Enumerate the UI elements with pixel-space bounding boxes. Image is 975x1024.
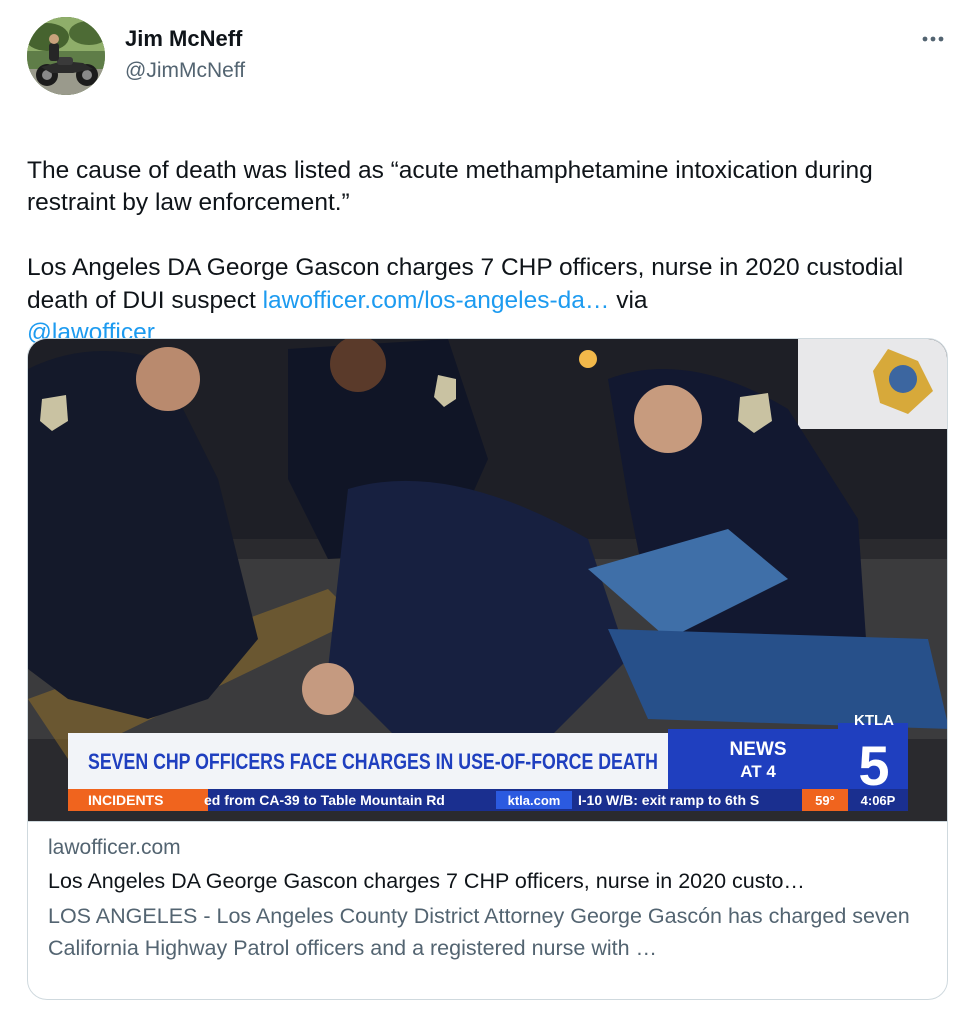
channel-number: 5 <box>858 734 889 797</box>
article-link[interactable]: lawofficer.com/los-angeles-da… <box>263 287 610 314</box>
card-meta: lawofficer.com Los Angeles DA George Gas… <box>28 821 947 999</box>
link-preview-card[interactable]: SEVEN CHP OFFICERS FACE CHARGES IN USE-O… <box>27 338 948 1000</box>
news-label-2: AT 4 <box>740 762 776 781</box>
station-label: KTLA <box>854 712 894 729</box>
more-horizontal-icon[interactable] <box>918 24 948 54</box>
ticker-temperature: 59° <box>815 793 835 808</box>
motorcycle-rider-avatar-icon <box>27 17 105 95</box>
ticker-text: ed from CA-39 to Table Mountain Rd <box>204 792 445 808</box>
avatar[interactable] <box>27 17 105 95</box>
author-handle[interactable]: @JimMcNeff <box>125 58 245 84</box>
tweet-paragraph-1: The cause of death was listed as “acute … <box>27 156 873 217</box>
chyron-headline: SEVEN CHP OFFICERS FACE CHARGES IN USE-O… <box>88 749 658 774</box>
tweet-text: The cause of death was listed as “acute … <box>27 122 952 350</box>
author-name[interactable]: Jim McNeff <box>125 25 242 53</box>
via-text: via <box>609 286 648 314</box>
ticker-text-2: I-10 W/B: exit ramp to 6th S <box>578 792 759 808</box>
card-description: LOS ANGELES - Los Angeles County Distric… <box>48 904 910 960</box>
card-image: SEVEN CHP OFFICERS FACE CHARGES IN USE-O… <box>28 339 947 821</box>
ticker-time: 4:06P <box>861 793 896 808</box>
card-domain: lawofficer.com <box>48 836 181 859</box>
card-title: Los Angeles DA George Gascon charges 7 C… <box>48 869 805 893</box>
ticker-site: ktla.com <box>508 793 561 808</box>
news-label-1: NEWS <box>730 739 787 760</box>
ticker-tag: INCIDENTS <box>88 792 163 808</box>
